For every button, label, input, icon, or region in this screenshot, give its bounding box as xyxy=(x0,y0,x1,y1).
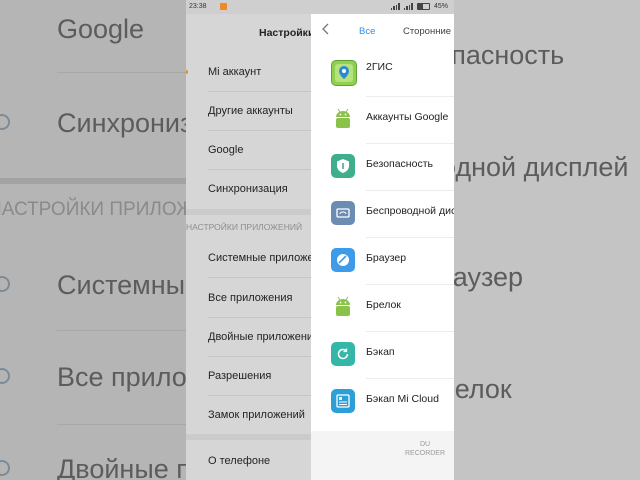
notification-icon xyxy=(220,3,227,10)
bg-dot xyxy=(0,114,10,130)
bg-text-system-apps: Системные приложения xyxy=(57,270,186,300)
app-row-backup[interactable]: Бэкап xyxy=(311,332,454,379)
section-header: НАСТРОЙКИ ПРИЛОЖЕНИЙ xyxy=(186,222,303,232)
bg-dot xyxy=(0,368,10,384)
settings-item-about-phone[interactable]: О телефоне xyxy=(208,455,270,467)
app-row-2gis[interactable]: 2ГИС xyxy=(311,50,454,97)
watermark-text: DU xyxy=(419,441,431,448)
divider xyxy=(208,317,311,318)
settings-item-other-accounts[interactable]: Другие аккаунты xyxy=(208,105,293,117)
android-icon xyxy=(331,295,355,319)
tab-third-party[interactable]: Сторонние xyxy=(403,26,451,37)
recorder-watermark: DU RECORDER xyxy=(400,440,450,458)
status-bar: 23:38 45% xyxy=(186,0,454,14)
browser-icon xyxy=(331,248,355,272)
bg-text-browser: Браузер xyxy=(454,262,524,292)
bg-dot xyxy=(0,276,10,292)
app-row-google-accounts[interactable]: Аккаунты Google xyxy=(311,97,454,144)
bg-divider xyxy=(57,72,186,73)
bg-text-dual-apps: Двойные приложения xyxy=(57,454,186,480)
app-name: Бэкап xyxy=(366,346,395,358)
bg-text-breloc: Брелок xyxy=(454,374,512,404)
wireless-display-icon xyxy=(331,201,355,225)
phone-screen: 23:38 45% Настройки Mi аккаунт Другие ак… xyxy=(186,0,454,480)
settings-panel: Настройки Mi аккаунт Другие аккаунты Goo… xyxy=(186,14,332,480)
status-time: 23:38 xyxy=(189,3,207,10)
signal-icon xyxy=(390,3,400,10)
divider xyxy=(208,395,311,396)
background-right-panel: Безопасность Беспроводной дисплей Браузе… xyxy=(454,0,640,480)
app-row-keychain[interactable]: Брелок xyxy=(311,285,454,332)
settings-item-google[interactable]: Google xyxy=(208,144,243,156)
settings-item-mi-account[interactable]: Mi аккаунт xyxy=(208,66,261,78)
app-row-mi-cloud-backup[interactable]: Бэкап Mi Cloud xyxy=(311,379,454,426)
divider xyxy=(208,130,311,131)
app-row-browser[interactable]: Браузер xyxy=(311,238,454,285)
app-name: 2ГИС xyxy=(366,61,393,73)
app-name: Безопасность xyxy=(366,158,433,170)
bg-divider xyxy=(0,178,186,184)
bg-dot xyxy=(0,460,10,476)
bg-text-sync: Синхронизация xyxy=(57,108,186,138)
app-row-wireless-display[interactable]: Беспроводной дисплей xyxy=(311,191,454,238)
section-gap xyxy=(186,434,311,440)
dot-icon xyxy=(186,70,188,74)
divider xyxy=(208,277,311,278)
tab-all[interactable]: Все xyxy=(359,26,375,37)
status-right: 45% xyxy=(390,3,448,10)
settings-item-sync[interactable]: Синхронизация xyxy=(208,183,288,195)
app-name: Бэкап Mi Cloud xyxy=(366,393,439,405)
bg-text-all-apps: Все приложения xyxy=(57,362,186,392)
mi-cloud-backup-icon xyxy=(331,389,355,413)
section-gap xyxy=(186,209,311,215)
page-title: Настройки xyxy=(259,27,315,39)
settings-item-app-lock[interactable]: Замок приложений xyxy=(208,409,305,421)
signal-icon xyxy=(403,3,413,10)
battery-icon xyxy=(416,3,430,10)
background-left-panel: Google Синхронизация НАСТРОЙКИ ПРИЛОЖЕНИ… xyxy=(0,0,186,480)
backup-icon xyxy=(331,342,355,366)
divider xyxy=(208,91,311,92)
app-name: Аккаунты Google xyxy=(366,111,449,123)
chevron-left-icon[interactable] xyxy=(319,22,333,36)
divider xyxy=(208,169,311,170)
divider xyxy=(208,356,311,357)
apps-sheet: Все Сторонние 2ГИС Аккаунты Google Безоп… xyxy=(311,14,454,480)
settings-item-permissions[interactable]: Разрешения xyxy=(208,370,271,382)
app-name: Браузер xyxy=(366,252,407,264)
settings-item-dual-apps[interactable]: Двойные приложения xyxy=(208,331,319,343)
settings-item-all-apps[interactable]: Все приложения xyxy=(208,292,292,304)
bg-section-label: НАСТРОЙКИ ПРИЛОЖЕНИЙ xyxy=(0,199,186,220)
bg-text-security: Безопасность xyxy=(454,40,565,70)
bg-divider xyxy=(57,330,186,331)
security-shield-icon xyxy=(331,154,355,178)
bg-text-google: Google xyxy=(57,14,145,44)
sheet-header: Все Сторонние xyxy=(311,14,454,48)
bg-divider xyxy=(57,424,186,425)
bg-text-wireless: Беспроводной дисплей xyxy=(454,152,629,182)
app-name: Брелок xyxy=(366,299,401,311)
2gis-map-icon xyxy=(331,60,357,86)
app-name: Беспроводной дисплей xyxy=(366,205,454,217)
watermark-text: RECORDER xyxy=(404,450,446,457)
app-row-security[interactable]: Безопасность xyxy=(311,144,454,191)
battery-percent: 45% xyxy=(433,3,448,10)
android-icon xyxy=(331,107,355,131)
